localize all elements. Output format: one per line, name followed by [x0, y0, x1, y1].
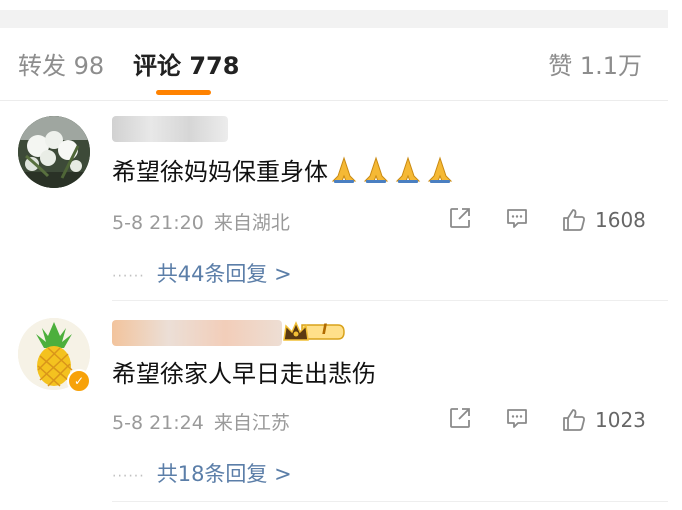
- comment-meta: 5-8 21:20 来自湖北: [112, 208, 290, 235]
- comment-icon: [507, 209, 527, 228]
- share-button[interactable]: [448, 206, 472, 230]
- username-blurred[interactable]: [112, 116, 228, 142]
- active-tab-indicator: [156, 90, 211, 95]
- comment-text-content: 希望徐妈妈保重身体: [112, 158, 328, 186]
- reply-button[interactable]: [505, 206, 529, 230]
- share-icon: [450, 408, 470, 428]
- top-gray-bar: [0, 10, 668, 28]
- thumbs-up-icon: [563, 209, 585, 231]
- like-count: 1608: [595, 208, 646, 232]
- tab-repost[interactable]: 转发 98: [18, 52, 104, 80]
- tabs-divider: [0, 100, 668, 101]
- share-icon: [450, 208, 470, 228]
- username-blurred[interactable]: [112, 320, 282, 346]
- avatar[interactable]: [18, 116, 90, 188]
- replies-dots: ······: [112, 268, 145, 285]
- verified-badge-icon: ✓: [67, 369, 91, 393]
- comment-item: 希望徐妈妈保重身体 5-8 21:20 来自湖北 1608 ······ 共44…: [0, 102, 682, 300]
- comment-icon: [507, 409, 527, 428]
- folded-hands-icon: [330, 156, 458, 192]
- comment-time: 5-8 21:20: [112, 212, 204, 234]
- comment-meta: 5-8 21:24 来自江苏: [112, 408, 290, 435]
- comment-divider: [112, 501, 668, 502]
- avatar-flowers-image: [18, 116, 90, 188]
- view-replies-link[interactable]: 共18条回复 >: [157, 462, 292, 486]
- comment-location: 来自湖北: [213, 212, 290, 234]
- comment-divider: [112, 300, 668, 301]
- like-button[interactable]: 1023: [561, 406, 646, 434]
- tab-like[interactable]: 赞 1.1万: [548, 52, 642, 80]
- crown-icon: [283, 321, 345, 341]
- tab-bar: 转发 98 评论 778 赞 1.1万: [0, 38, 682, 100]
- reply-button[interactable]: [505, 406, 529, 430]
- top-strip: [0, 0, 682, 30]
- comment-time: 5-8 21:24: [112, 412, 204, 434]
- like-count: 1023: [595, 408, 646, 432]
- replies-dots: ······: [112, 468, 145, 485]
- comment-text: 希望徐妈妈保重身体: [112, 156, 458, 192]
- fan-level-badge: I: [282, 320, 346, 344]
- tab-comment[interactable]: 评论 778: [133, 52, 239, 80]
- replies-row: ······ 共44条回复 >: [112, 258, 292, 288]
- replies-row: ······ 共18条回复 >: [112, 458, 292, 488]
- thumbs-up-icon: [563, 409, 585, 431]
- comment-item: ✓ I 希望徐家人早日走出悲伤 5-8 21:24 来自江苏 1023 ·····…: [0, 302, 682, 504]
- share-button[interactable]: [448, 406, 472, 430]
- like-button[interactable]: 1608: [561, 206, 646, 234]
- comment-text: 希望徐家人早日走出悲伤: [112, 360, 376, 388]
- view-replies-link[interactable]: 共44条回复 >: [157, 262, 292, 286]
- fan-level-text: I: [322, 322, 328, 338]
- comment-location: 来自江苏: [213, 412, 290, 434]
